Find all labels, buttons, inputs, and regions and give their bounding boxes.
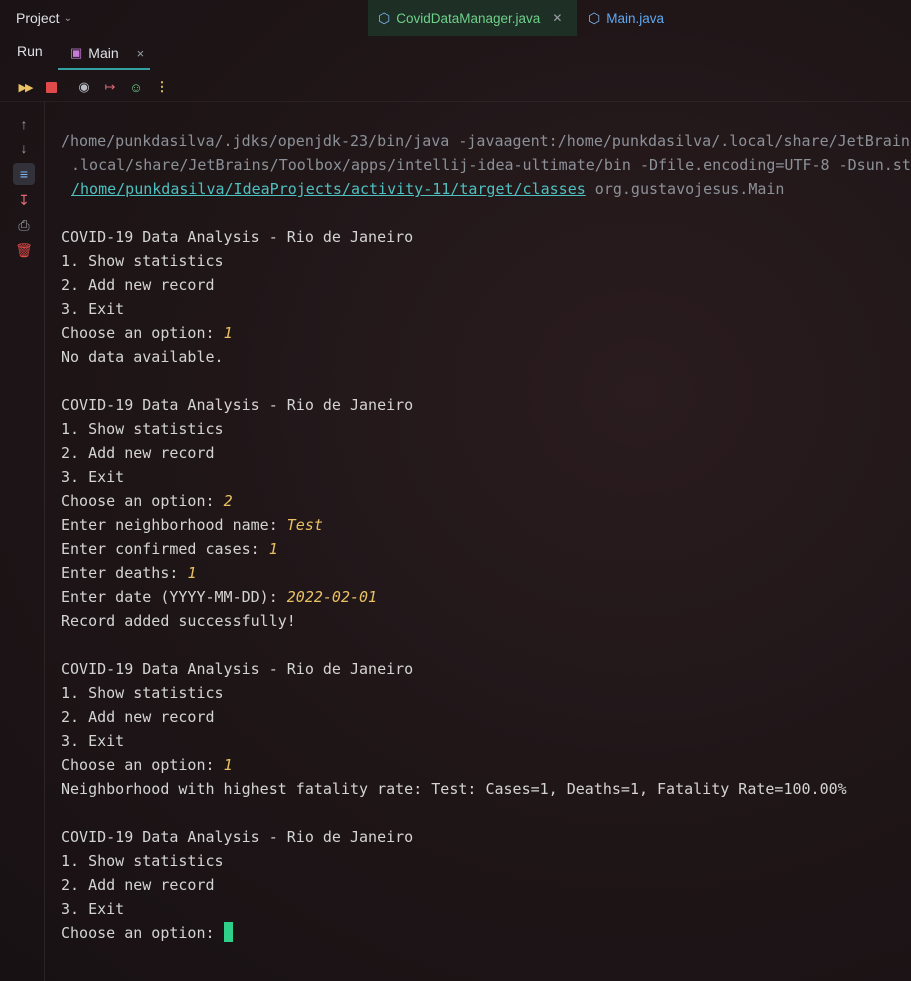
prompt-text: Choose an option: <box>61 756 224 774</box>
tab-coviddatamanager[interactable]: ⬡ CovidDataManager.java ✕ <box>368 0 577 36</box>
exit-icon[interactable]: ↦ <box>101 78 119 96</box>
tab-label: CovidDataManager.java <box>396 10 541 26</box>
menu-option: 3. Exit <box>61 732 125 750</box>
title-bar: Project ⌄ ⬡ CovidDataManager.java ✕ ⬡ Ma… <box>0 0 911 36</box>
arrow-down-icon[interactable]: ↓ <box>14 138 34 158</box>
run-tab-main[interactable]: ▣ Main × <box>58 36 150 70</box>
close-icon[interactable]: × <box>137 46 145 61</box>
prompt-line: Enter neighborhood name: Test <box>61 513 911 537</box>
command-line: /home/punkdasilva/IdeaProjects/activity-… <box>61 177 911 201</box>
run-tool-header: Run ▣ Main × <box>0 36 911 70</box>
menu-option: 2. Add new record <box>61 276 215 294</box>
project-label: Project <box>16 10 60 26</box>
divider <box>0 101 911 102</box>
run-tab-label: Main <box>88 45 119 61</box>
scroll-to-end-icon[interactable]: ↧ <box>14 190 34 210</box>
prompt-line: Enter date (YYYY-MM-DD): 2022-02-01 <box>61 585 911 609</box>
output-line: No data available. <box>61 348 224 366</box>
console-gutter: ↑ ↓ ≡ ↧ ⎙ 🗑 <box>0 102 45 981</box>
prompt-line: Enter deaths: 1 <box>61 561 911 585</box>
user-input: 2022-02-01 <box>286 588 378 606</box>
rerun-icon[interactable]: ▶▶ <box>16 78 34 96</box>
classpath-link[interactable]: /home/punkdasilva/IdeaProjects/activity-… <box>71 180 586 198</box>
run-tool-title: Run <box>17 43 43 59</box>
application-icon: ▣ <box>70 45 83 60</box>
main-class-text: org.gustavojesus.Main <box>585 180 785 198</box>
user-input: 1 <box>223 756 233 774</box>
menu-option: 1. Show statistics <box>61 684 224 702</box>
prompt-line: Choose an option: 2 <box>61 489 911 513</box>
active-tab-indicator <box>58 68 150 70</box>
menu-option: 3. Exit <box>61 900 125 918</box>
user-input: 2 <box>223 492 233 510</box>
tab-label: Main.java <box>606 10 665 26</box>
user-input: 1 <box>187 564 197 582</box>
menu-option: 3. Exit <box>61 300 125 318</box>
arrow-up-icon[interactable]: ↑ <box>14 114 34 134</box>
tab-main-java[interactable]: ⬡ Main.java <box>578 0 674 36</box>
prompt-text: Enter deaths: <box>61 564 188 582</box>
menu-option: 2. Add new record <box>61 876 215 894</box>
close-icon[interactable]: ✕ <box>552 11 562 25</box>
trash-icon[interactable]: 🗑 <box>14 240 34 260</box>
prompt-text: Enter date (YYYY-MM-DD): <box>61 588 287 606</box>
user-input: Test <box>286 516 323 534</box>
command-text: /home/punkdasilva/.jdks/openjdk-23/bin/j… <box>61 132 911 150</box>
prompt-line: Enter confirmed cases: 1 <box>61 537 911 561</box>
ide-window: Project ⌄ ⬡ CovidDataManager.java ✕ ⬡ Ma… <box>0 0 911 981</box>
menu-title: COVID-19 Data Analysis - Rio de Janeiro <box>61 396 414 414</box>
soft-wrap-icon[interactable]: ≡ <box>13 163 35 185</box>
prompt-line: Choose an option: <box>61 921 911 945</box>
menu-option: 1. Show statistics <box>61 420 224 438</box>
prompt-text: Choose an option: <box>61 324 224 342</box>
chevron-down-icon: ⌄ <box>63 12 72 24</box>
prompt-line: Choose an option: 1 <box>61 321 911 345</box>
print-icon[interactable]: ⎙ <box>14 215 34 235</box>
output-line: Neighborhood with highest fatality rate:… <box>61 780 847 798</box>
menu-title: COVID-19 Data Analysis - Rio de Janeiro <box>61 660 414 678</box>
menu-option: 1. Show statistics <box>61 252 224 270</box>
debug-icon[interactable]: ☺ <box>127 78 145 96</box>
more-options-icon[interactable]: ⋮ <box>153 78 171 96</box>
project-menu-button[interactable]: Project ⌄ <box>8 6 80 30</box>
menu-option: 2. Add new record <box>61 708 215 726</box>
stop-icon[interactable] <box>42 78 60 96</box>
command-text: .local/share/JetBrains/Toolbox/apps/inte… <box>71 156 911 174</box>
user-input: 1 <box>223 324 233 342</box>
menu-option: 1. Show statistics <box>61 852 224 870</box>
menu-title: COVID-19 Data Analysis - Rio de Janeiro <box>61 228 414 246</box>
console-output[interactable]: /home/punkdasilva/.jdks/openjdk-23/bin/j… <box>61 105 911 981</box>
prompt-text: Enter confirmed cases: <box>61 540 269 558</box>
user-input: 1 <box>268 540 278 558</box>
menu-title: COVID-19 Data Analysis - Rio de Janeiro <box>61 828 414 846</box>
prompt-line: Choose an option: 1 <box>61 753 911 777</box>
camera-icon[interactable]: ◉ <box>75 78 93 96</box>
prompt-text: Choose an option: <box>61 924 224 942</box>
java-class-icon: ⬡ <box>588 9 601 26</box>
menu-option: 3. Exit <box>61 468 125 486</box>
prompt-text: Enter neighborhood name: <box>61 516 287 534</box>
command-line: .local/share/JetBrains/Toolbox/apps/inte… <box>61 153 911 177</box>
prompt-text: Choose an option: <box>61 492 224 510</box>
menu-option: 2. Add new record <box>61 444 215 462</box>
output-line: Record added successfully! <box>61 612 296 630</box>
text-cursor[interactable] <box>223 922 233 942</box>
command-line: /home/punkdasilva/.jdks/openjdk-23/bin/j… <box>61 129 911 153</box>
java-class-icon: ⬡ <box>378 9 391 26</box>
